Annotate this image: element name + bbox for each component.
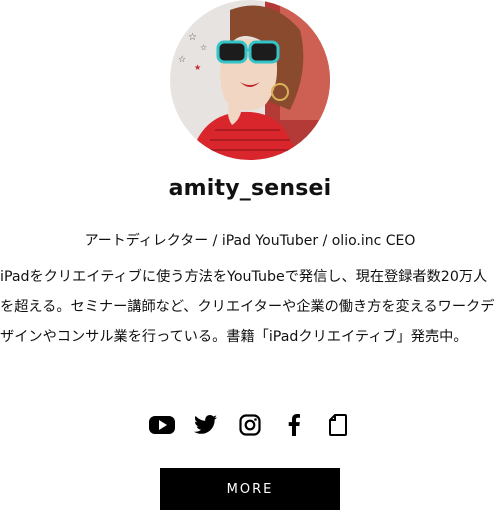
avatar: ☆ ☆ ★ ☆ [170,0,330,160]
youtube-icon[interactable] [149,412,175,438]
social-links [0,412,500,438]
profile-card: ☆ ☆ ★ ☆ amity_sensei アートディレクター / iPad Yo… [0,0,500,510]
facebook-icon[interactable] [281,412,307,438]
svg-text:☆: ☆ [188,32,197,43]
more-button[interactable]: MORE [160,468,340,510]
instagram-icon[interactable] [237,412,263,438]
username: amity_sensei [168,176,332,201]
svg-text:☆: ☆ [200,43,207,52]
avatar-illustration: ☆ ☆ ★ ☆ [170,0,330,160]
svg-text:★: ★ [194,63,201,72]
bio-text: iPadをクリエイティブに使う方法をYouTubeで発信し、現在登録者数20万人… [0,269,495,345]
svg-text:☆: ☆ [178,55,186,65]
twitter-icon[interactable] [193,412,219,438]
role-title: アートディレクター / iPad YouTuber / olio.inc CEO [84,233,416,249]
note-icon[interactable] [325,412,351,438]
